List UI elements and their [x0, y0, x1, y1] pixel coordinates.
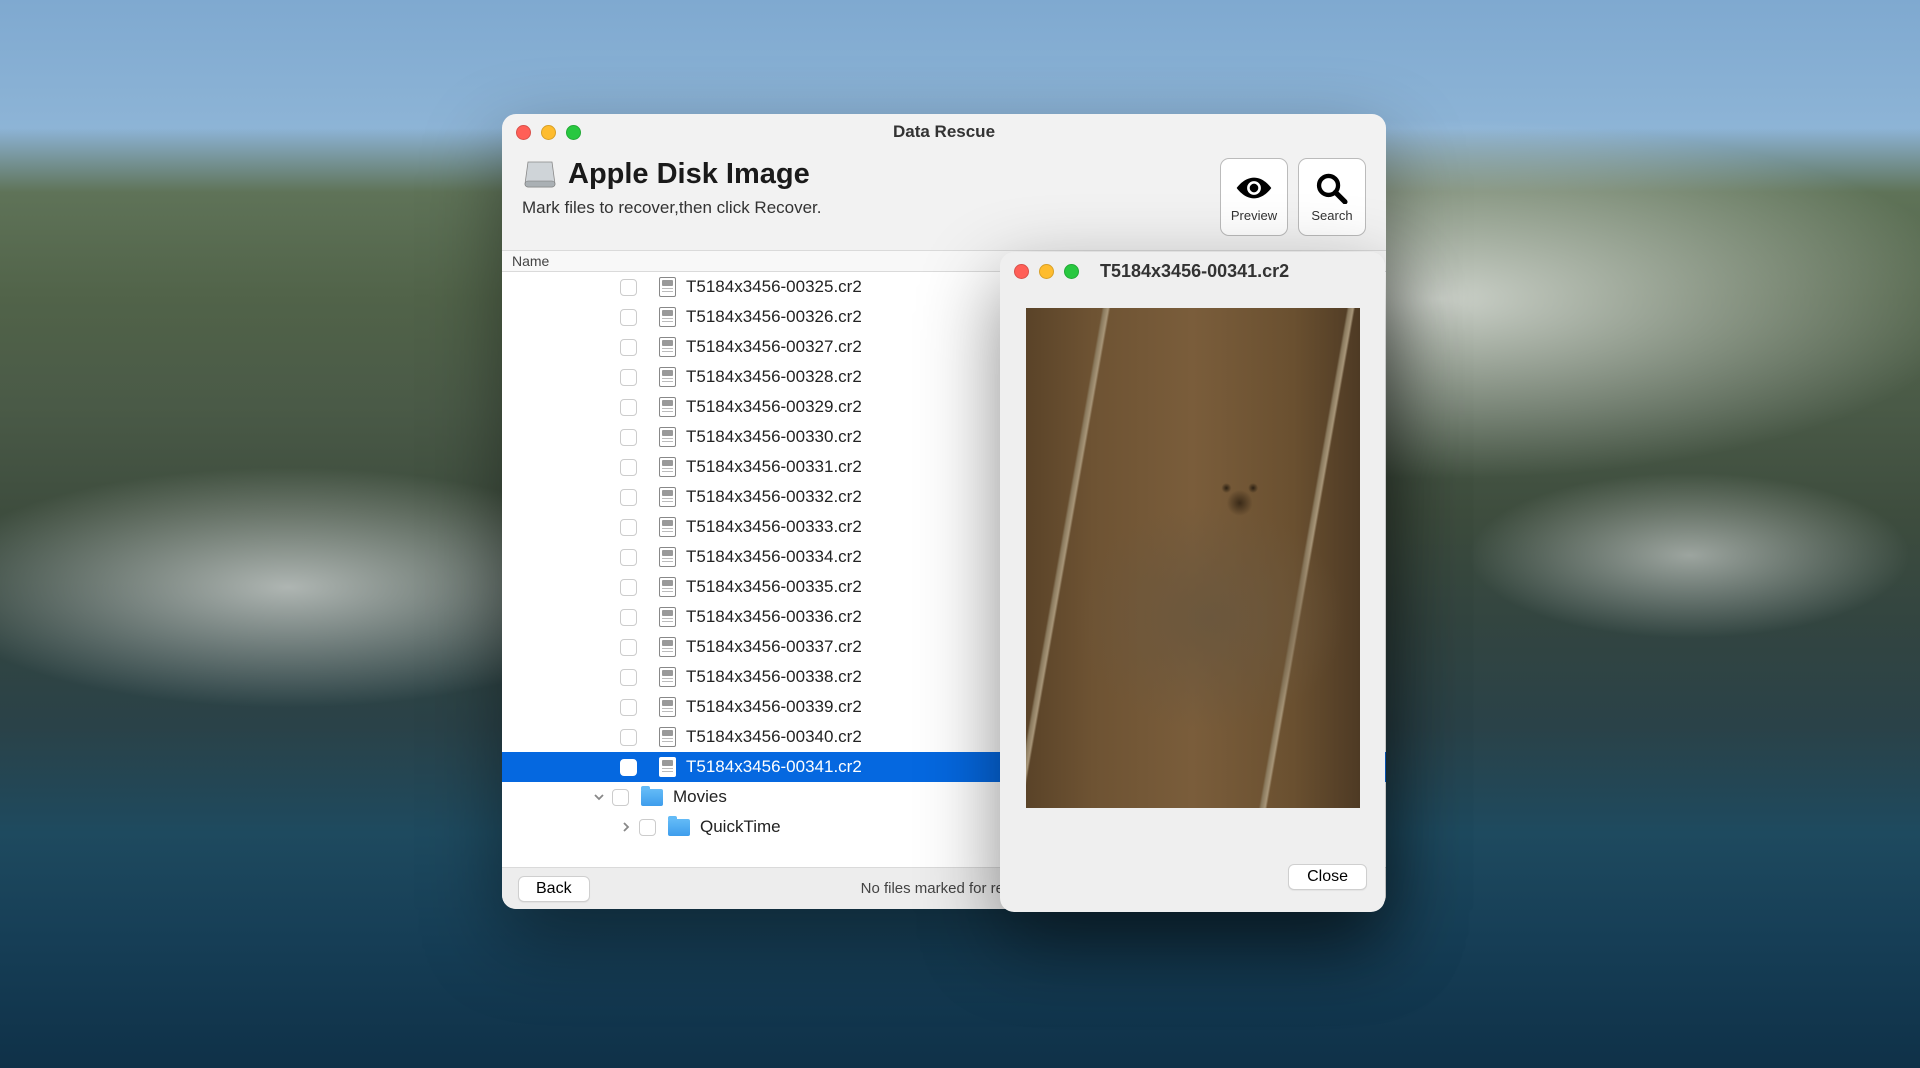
- file-name: T5184x3456-00336.cr2: [686, 607, 862, 627]
- search-button[interactable]: Search: [1298, 158, 1366, 236]
- file-checkbox[interactable]: [620, 279, 637, 296]
- file-name: T5184x3456-00328.cr2: [686, 367, 862, 387]
- preview-zoom-window-button[interactable]: [1064, 264, 1079, 279]
- file-checkbox[interactable]: [620, 399, 637, 416]
- file-name: T5184x3456-00339.cr2: [686, 697, 862, 717]
- window-title: Data Rescue: [502, 122, 1386, 142]
- file-checkbox[interactable]: [620, 459, 637, 476]
- file-name: T5184x3456-00330.cr2: [686, 427, 862, 447]
- file-checkbox[interactable]: [620, 549, 637, 566]
- chevron-right-icon[interactable]: [619, 820, 633, 834]
- file-checkbox[interactable]: [620, 579, 637, 596]
- header-area: Apple Disk Image Mark files to recover,t…: [502, 150, 1386, 250]
- file-type-icon: [659, 277, 676, 297]
- eye-icon: [1235, 172, 1273, 204]
- file-checkbox[interactable]: [620, 519, 637, 536]
- file-type-icon: [659, 757, 676, 777]
- file-name: T5184x3456-00327.cr2: [686, 337, 862, 357]
- file-type-icon: [659, 457, 676, 477]
- folder-icon: [668, 819, 690, 836]
- file-name: T5184x3456-00340.cr2: [686, 727, 862, 747]
- file-type-icon: [659, 337, 676, 357]
- file-checkbox[interactable]: [620, 429, 637, 446]
- file-checkbox[interactable]: [620, 729, 637, 746]
- file-checkbox[interactable]: [620, 339, 637, 356]
- file-name: T5184x3456-00331.cr2: [686, 457, 862, 477]
- folder-name: Movies: [673, 787, 727, 807]
- file-checkbox[interactable]: [620, 309, 637, 326]
- folder-checkbox[interactable]: [639, 819, 656, 836]
- file-type-icon: [659, 727, 676, 747]
- traffic-lights: [516, 125, 581, 140]
- preview-titlebar[interactable]: T5184x3456-00341.cr2: [1000, 252, 1385, 290]
- file-type-icon: [659, 577, 676, 597]
- header-left: Apple Disk Image Mark files to recover,t…: [522, 156, 822, 218]
- file-type-icon: [659, 667, 676, 687]
- close-button[interactable]: Close: [1288, 864, 1367, 890]
- file-name: T5184x3456-00333.cr2: [686, 517, 862, 537]
- file-type-icon: [659, 697, 676, 717]
- preview-traffic-lights: [1014, 264, 1079, 279]
- header-title-row: Apple Disk Image: [522, 156, 822, 192]
- minimize-window-button[interactable]: [541, 125, 556, 140]
- file-type-icon: [659, 397, 676, 417]
- preview-image-wrap: [1000, 290, 1385, 864]
- folder-name: QuickTime: [700, 817, 781, 837]
- file-checkbox[interactable]: [620, 369, 637, 386]
- file-checkbox[interactable]: [620, 699, 637, 716]
- file-type-icon: [659, 607, 676, 627]
- file-type-icon: [659, 547, 676, 567]
- back-button[interactable]: Back: [518, 876, 590, 902]
- preview-button[interactable]: Preview: [1220, 158, 1288, 236]
- preview-image: [1026, 308, 1360, 808]
- file-checkbox[interactable]: [620, 759, 637, 776]
- page-subtitle: Mark files to recover,then click Recover…: [522, 198, 822, 218]
- file-name: T5184x3456-00334.cr2: [686, 547, 862, 567]
- zoom-window-button[interactable]: [566, 125, 581, 140]
- close-window-button[interactable]: [516, 125, 531, 140]
- titlebar[interactable]: Data Rescue: [502, 114, 1386, 150]
- file-type-icon: [659, 307, 676, 327]
- folder-icon: [641, 789, 663, 806]
- file-type-icon: [659, 367, 676, 387]
- file-name: T5184x3456-00326.cr2: [686, 307, 862, 327]
- file-name: T5184x3456-00332.cr2: [686, 487, 862, 507]
- file-checkbox[interactable]: [620, 609, 637, 626]
- preview-window-title: T5184x3456-00341.cr2: [1100, 261, 1289, 282]
- file-type-icon: [659, 487, 676, 507]
- toolbar-buttons: Preview Search: [1220, 158, 1366, 236]
- file-name: T5184x3456-00335.cr2: [686, 577, 862, 597]
- file-type-icon: [659, 637, 676, 657]
- file-name: T5184x3456-00325.cr2: [686, 277, 862, 297]
- preview-button-row: Close: [1000, 864, 1385, 912]
- file-checkbox[interactable]: [620, 489, 637, 506]
- file-name: T5184x3456-00329.cr2: [686, 397, 862, 417]
- chevron-down-icon[interactable]: [592, 790, 606, 804]
- disk-icon: [522, 156, 558, 192]
- preview-button-label: Preview: [1231, 208, 1277, 223]
- search-button-label: Search: [1311, 208, 1352, 223]
- preview-minimize-window-button[interactable]: [1039, 264, 1054, 279]
- search-icon: [1313, 172, 1351, 204]
- file-name: T5184x3456-00337.cr2: [686, 637, 862, 657]
- file-type-icon: [659, 427, 676, 447]
- file-name: T5184x3456-00338.cr2: [686, 667, 862, 687]
- folder-checkbox[interactable]: [612, 789, 629, 806]
- file-checkbox[interactable]: [620, 639, 637, 656]
- file-type-icon: [659, 517, 676, 537]
- preview-window: T5184x3456-00341.cr2 Close: [1000, 252, 1385, 912]
- preview-close-window-button[interactable]: [1014, 264, 1029, 279]
- page-title: Apple Disk Image: [568, 158, 810, 191]
- file-name: T5184x3456-00341.cr2: [686, 757, 862, 777]
- file-checkbox[interactable]: [620, 669, 637, 686]
